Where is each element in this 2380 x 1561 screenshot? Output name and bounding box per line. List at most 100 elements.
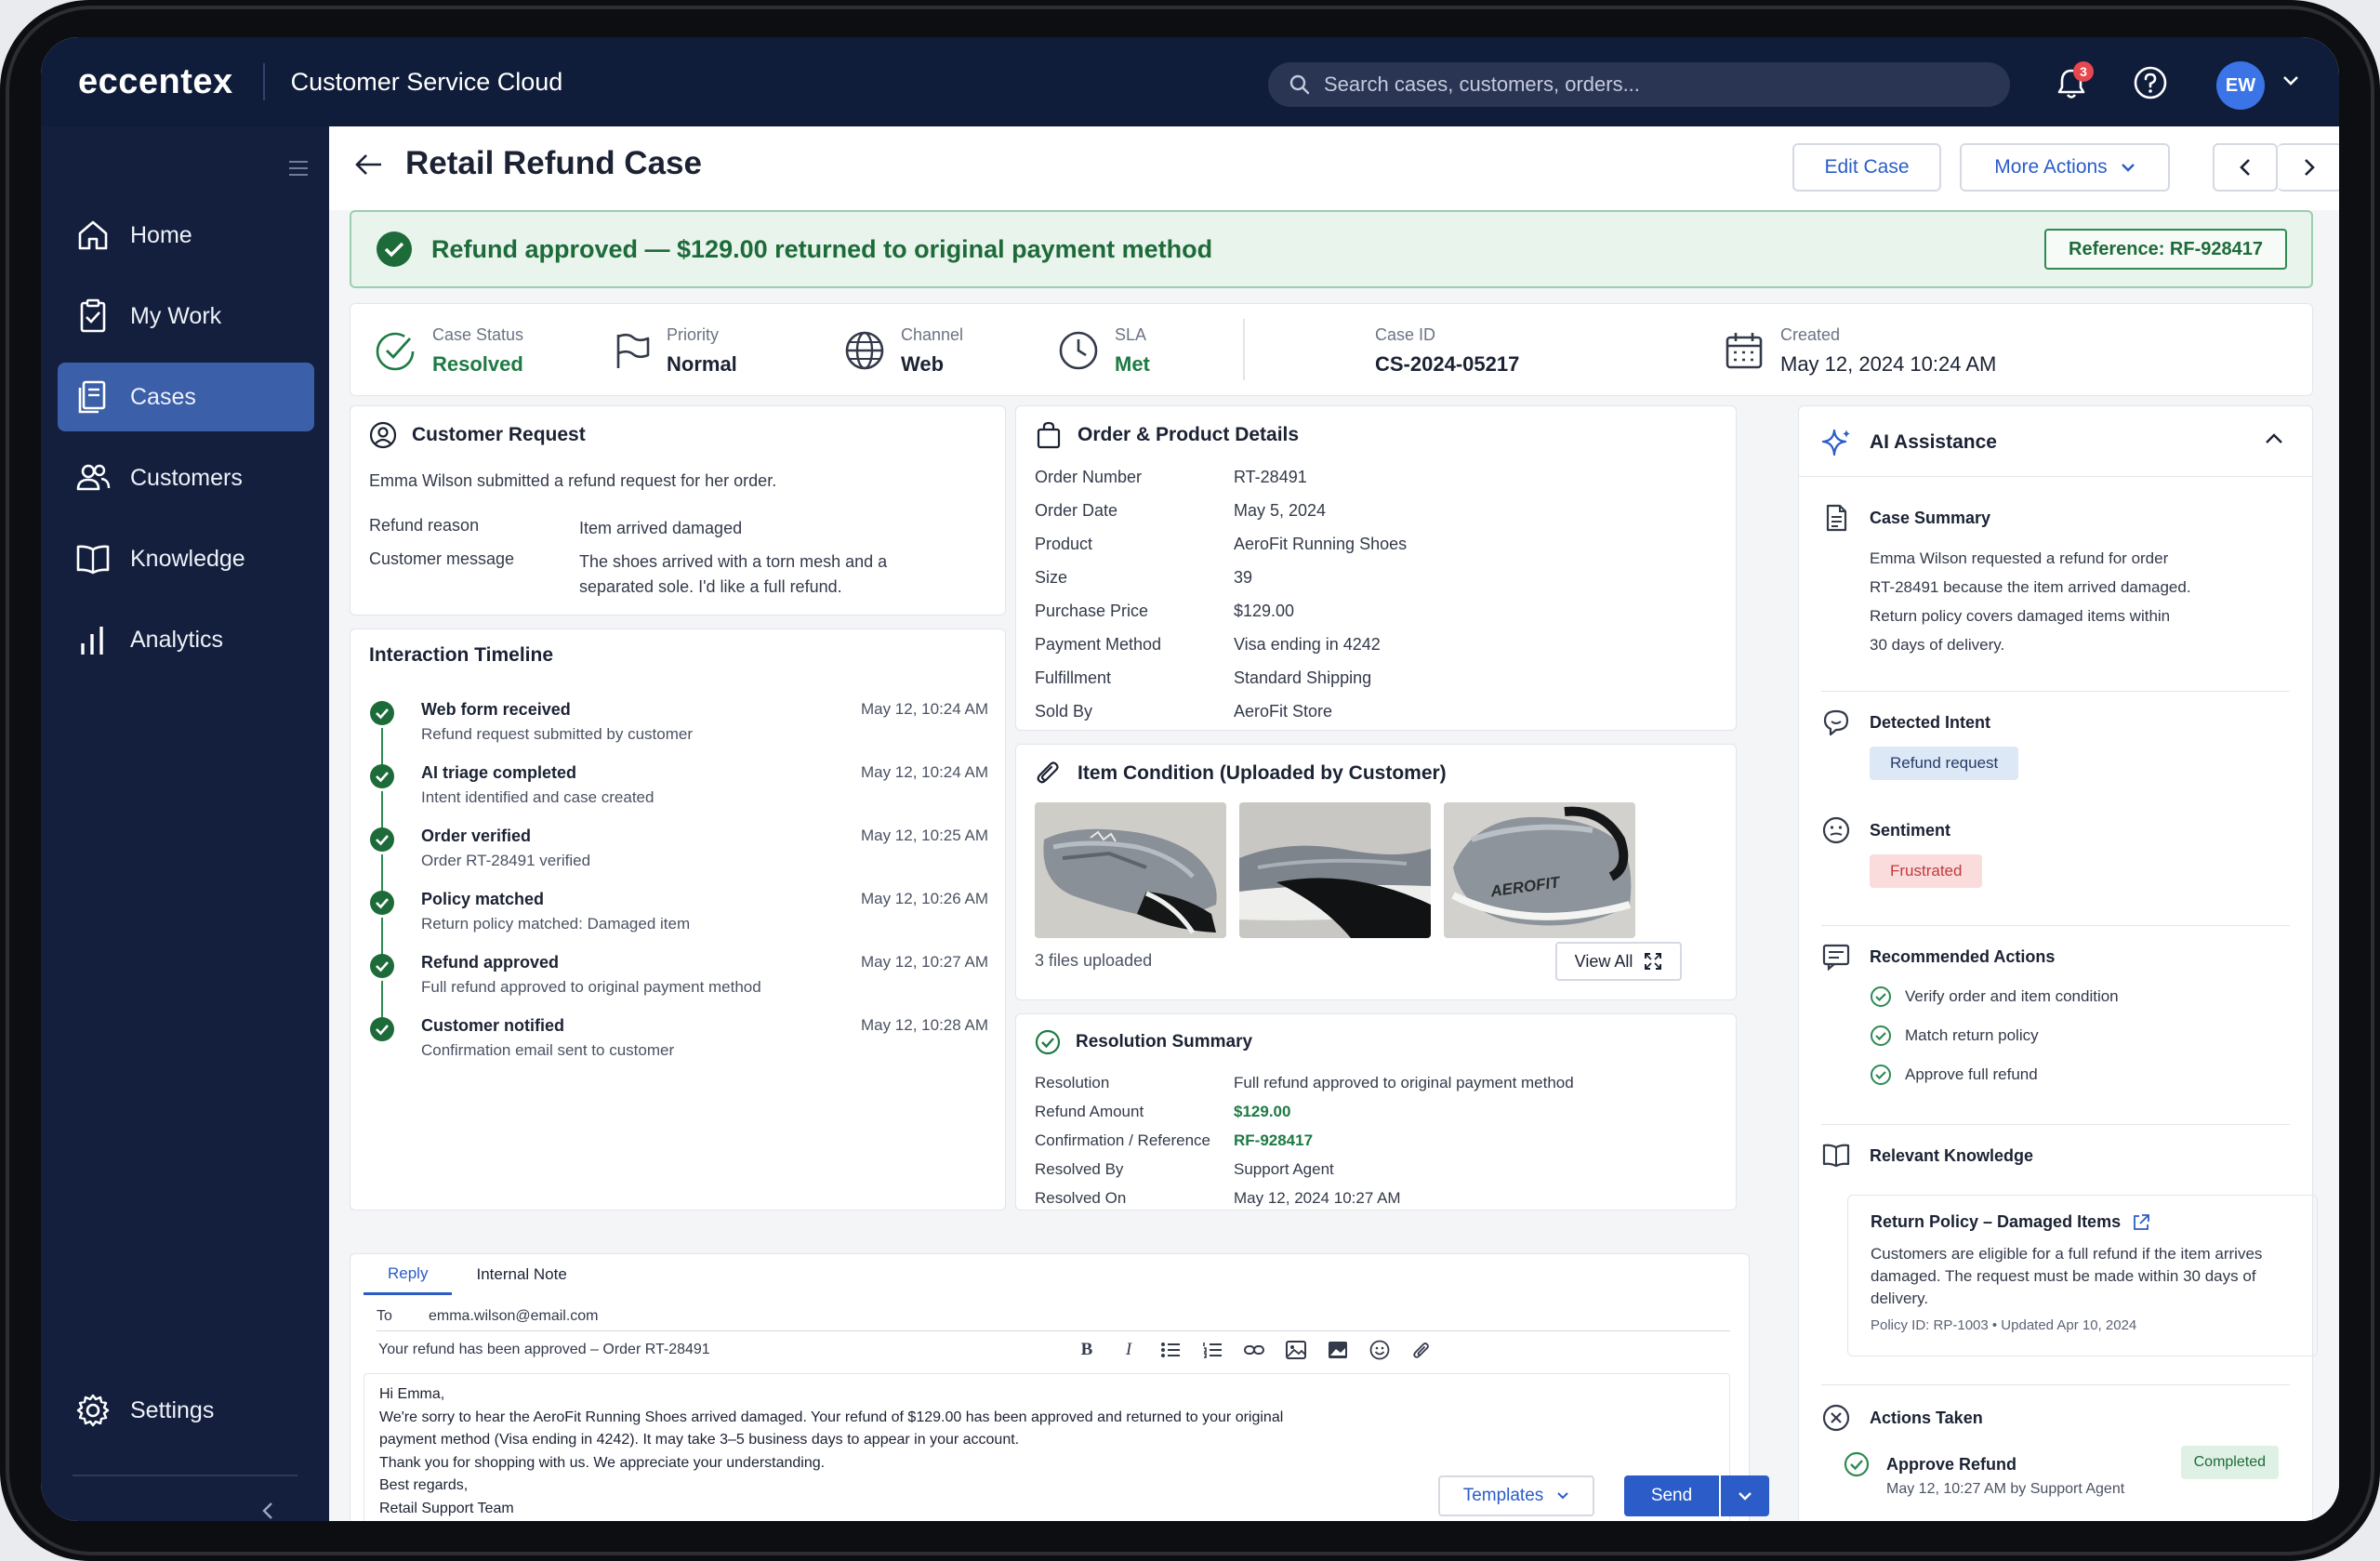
field-label: Size	[1035, 568, 1068, 587]
bold-icon[interactable]: B	[1068, 1336, 1105, 1364]
recommended-action-label: Verify order and item condition	[1905, 987, 2119, 1005]
field-label: Payment Method	[1035, 635, 1162, 654]
global-search[interactable]	[1268, 62, 2010, 107]
field-value: May 12, 2024 10:27 AM	[1234, 1189, 1401, 1207]
stat-label: Created	[1780, 324, 1841, 344]
user-avatar[interactable]: EW	[2216, 61, 2265, 110]
to-value[interactable]: emma.wilson@email.com	[429, 1308, 599, 1325]
card-title: Interaction Timeline	[369, 644, 553, 667]
clipboard-icon	[80, 298, 106, 333]
bullet-list-icon[interactable]	[1152, 1336, 1189, 1364]
collapse-sidebar-icon[interactable]	[260, 1501, 275, 1521]
stat-value: Resolved	[432, 351, 523, 376]
timeline-desc: Full refund approved to original payment…	[421, 978, 761, 996]
field-value: $129.00	[1234, 1103, 1291, 1120]
field-value: AeroFit Running Shoes	[1234, 535, 1408, 553]
check-circle-icon	[370, 954, 394, 978]
edit-case-button[interactable]: Edit Case	[1792, 143, 1941, 192]
recommended-action-item[interactable]: Match return policy	[1870, 1016, 2290, 1055]
stat-label: Case Status	[432, 324, 524, 344]
more-actions-button[interactable]: More Actions	[1960, 143, 2170, 192]
damage-photo-1[interactable]	[1035, 802, 1226, 938]
section-title: Sentiment	[1821, 815, 2290, 845]
formatting-toolbar: B I	[1068, 1336, 1445, 1364]
attachment-icon[interactable]	[1403, 1336, 1440, 1364]
cases-icon	[78, 380, 106, 414]
field-value: May 5, 2024	[1234, 501, 1327, 520]
sidebar-item-label: Analytics	[130, 626, 224, 653]
sidebar-item-settings[interactable]: Settings	[58, 1376, 314, 1445]
send-options-button[interactable]	[1721, 1475, 1769, 1516]
check-circle-icon	[377, 232, 412, 267]
tab-internal-note[interactable]: Internal Note	[452, 1254, 590, 1295]
sidebar-item-customers[interactable]: Customers	[58, 443, 314, 512]
search-input[interactable]	[1324, 73, 1956, 97]
summary-line: Return policy covers damaged items withi…	[1870, 607, 2171, 625]
send-button[interactable]: Send	[1624, 1475, 1719, 1516]
field-value: Standard Shipping	[1234, 668, 1372, 687]
resolution-row: Refund Amount $129.00	[1035, 1103, 1290, 1121]
field-value: Visa ending in 4242	[1234, 635, 1381, 654]
field-value: $129.00	[1234, 602, 1295, 620]
sidebar-item-analytics[interactable]: Analytics	[58, 605, 314, 674]
damage-photo-3[interactable]: AEROFIT	[1444, 802, 1635, 938]
emoji-icon[interactable]	[1361, 1336, 1398, 1364]
help-button[interactable]	[2133, 65, 2168, 105]
sidebar-item-knowledge[interactable]: Knowledge	[58, 524, 314, 593]
action-meta: May 12, 10:27 AM by Support Agent	[1886, 1481, 2125, 1497]
ai-assistance-panel: AI Assistance Case Summary Emma Wilson r…	[1798, 405, 2318, 1521]
field-label: Refund reason	[369, 516, 480, 535]
kb-article-body: Customers are eligible for a full refund…	[1871, 1245, 2263, 1307]
ai-divider	[1821, 925, 2290, 926]
card-title: Customer Request	[369, 421, 586, 449]
sidebar-item-home[interactable]: Home	[58, 201, 314, 270]
link-icon[interactable]	[1236, 1336, 1273, 1364]
sentiment-section: Sentiment Frustrated	[1821, 815, 2290, 888]
view-all-button[interactable]: View All	[1555, 942, 1682, 981]
customer-message-row: Customer message The shoes arrived with …	[369, 549, 914, 600]
subject-field[interactable]: Your refund has been approved – Order RT…	[378, 1342, 710, 1358]
stat-created: Created May 12, 2024 10:24 AM	[1723, 304, 1996, 397]
x-circle-icon	[1822, 1404, 1850, 1432]
chat-bubble-icon	[1823, 709, 1849, 736]
kb-article-meta: Policy ID: RP-1003 • Updated Apr 10, 202…	[1871, 1317, 2137, 1333]
timeline-desc: Intent identified and case created	[421, 788, 654, 806]
chevron-down-icon[interactable]	[2281, 74, 2300, 92]
sidebar-item-cases[interactable]: Cases	[58, 363, 314, 431]
damage-photo-2[interactable]	[1239, 802, 1431, 938]
field-label: Customer message	[369, 549, 515, 568]
sidebar-nav: Home My Work Cases Customers Knowledge A…	[58, 201, 314, 686]
templates-button[interactable]: Templates	[1438, 1475, 1594, 1516]
sidebar-item-my-work[interactable]: My Work	[58, 282, 314, 351]
resolution-row: Confirmation / Reference RF-928417	[1035, 1131, 1313, 1150]
italic-icon[interactable]: I	[1110, 1336, 1147, 1364]
field-label: Resolution	[1035, 1074, 1110, 1091]
section-title-text: Recommended Actions	[1870, 946, 2056, 966]
menu-icon[interactable]	[288, 160, 309, 181]
order-detail-row: Product AeroFit Running Shoes	[1035, 535, 1407, 554]
photo-icon[interactable]	[1319, 1336, 1356, 1364]
recommended-action-item[interactable]: Approve full refund	[1870, 1055, 2290, 1094]
numbered-list-icon[interactable]	[1194, 1336, 1231, 1364]
next-case-button[interactable]	[2278, 143, 2339, 192]
chevron-down-icon	[1739, 1492, 1752, 1501]
detected-intent-section: Detected Intent Refund request	[1821, 708, 2290, 780]
previous-case-button[interactable]	[2213, 143, 2278, 192]
sidebar-item-label: Home	[130, 221, 192, 248]
chevron-up-icon[interactable]	[2264, 432, 2284, 450]
recommended-action-item[interactable]: Verify order and item condition	[1870, 977, 2290, 1016]
image-icon[interactable]	[1277, 1336, 1315, 1364]
app-logo[interactable]: eccentex	[78, 62, 233, 102]
clock-icon	[1059, 331, 1098, 370]
stat-sla: SLA Met	[1057, 304, 1150, 397]
order-detail-row: Fulfillment Standard Shipping	[1035, 668, 1371, 688]
order-detail-row: Size 39	[1035, 568, 1252, 588]
to-field[interactable]: To emma.wilson@email.com	[377, 1308, 1730, 1331]
notifications-button[interactable]: 3	[2049, 61, 2094, 106]
back-arrow-icon[interactable]	[353, 151, 385, 183]
tab-reply[interactable]: Reply	[364, 1254, 453, 1295]
kb-article-title[interactable]: Return Policy – Damaged Items	[1871, 1212, 2294, 1232]
field-value: 39	[1234, 568, 1253, 587]
knowledge-article-card[interactable]: Return Policy – Damaged Items Customers …	[1847, 1195, 2318, 1356]
timeline-title: Policy matched	[421, 890, 545, 908]
